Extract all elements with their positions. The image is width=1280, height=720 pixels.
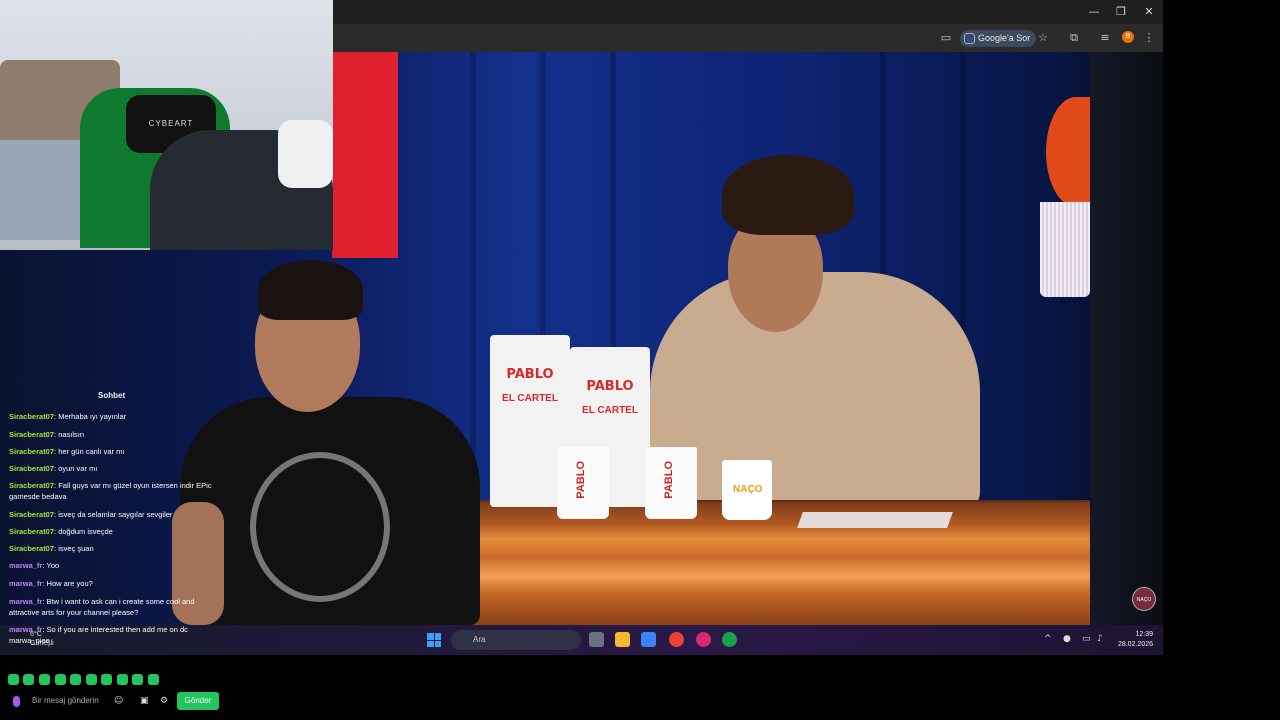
- chat-username[interactable]: marwa_fr: [9, 561, 42, 570]
- send-button[interactable]: Gönder: [177, 692, 219, 710]
- app-icon[interactable]: [696, 632, 711, 647]
- guest-hair: [258, 260, 363, 320]
- chat-text: : How are you?: [42, 579, 93, 588]
- chat-message: marwa_fr: How are you?: [9, 578, 219, 589]
- chat-username[interactable]: Siracberat07: [9, 430, 54, 439]
- minimize-button[interactable]: —: [1084, 4, 1104, 20]
- chat-message: marwa_fr: Yoo: [9, 560, 219, 571]
- xbox-icon[interactable]: [722, 632, 737, 647]
- chat-message: Siracberat07: nasılsın: [9, 429, 219, 440]
- taskbar-clock[interactable]: 12:39 28.02.2026: [1113, 630, 1153, 650]
- emote-icon[interactable]: [39, 674, 50, 685]
- emote-icon[interactable]: [55, 674, 66, 685]
- browser-toolbar: ▭ ☆ ⧉ ≡ ⋮: [333, 24, 1163, 52]
- taskbar-search[interactable]: Ara: [451, 630, 581, 650]
- chat-panel: Sohbet Siracberat07: Merhaba ıyı yayınla…: [0, 385, 230, 675]
- chat-username[interactable]: Siracberat07: [9, 464, 54, 473]
- chat-input-bar: Bir mesaj gönderin ☺ ▣ ⚙ Gönder: [0, 655, 1280, 720]
- coffee-cup: PABLO: [557, 447, 609, 519]
- settings-gear-icon[interactable]: ⚙: [160, 696, 168, 706]
- media-control-icon[interactable]: ≡: [1097, 30, 1113, 46]
- extensions-icon[interactable]: ⧉: [1066, 30, 1082, 46]
- chat-text: : oyun var mı: [54, 464, 98, 473]
- shirt-print: [250, 452, 390, 602]
- chat-message: Siracberat07: her gün canlı var mı: [9, 446, 219, 457]
- desk: [470, 502, 1090, 625]
- headphones: [278, 120, 333, 188]
- chat-username[interactable]: Siracberat07: [9, 544, 54, 553]
- chat-username[interactable]: Siracberat07: [9, 412, 54, 421]
- chat-text: : isveç da selamlar saygılar sevgiler: [54, 510, 173, 519]
- title-bar: — ❐ ✕: [333, 0, 1163, 24]
- menu-kebab-icon[interactable]: ⋮: [1141, 30, 1157, 46]
- chat-username[interactable]: marwa_fr: [9, 579, 42, 588]
- chat-username[interactable]: marwa_fr: [9, 597, 42, 606]
- chat-message: Siracberat07: Merhaba ıyı yayınlar: [9, 411, 219, 422]
- maximize-button[interactable]: ❐: [1111, 4, 1131, 20]
- video-edge: [1090, 52, 1163, 625]
- volume-icon[interactable]: ♪: [1097, 634, 1103, 644]
- emote-icon[interactable]: [8, 674, 19, 685]
- chat-message: Siracberat07: oyun var mı: [9, 463, 219, 474]
- chat-message: Siracberat07: doğdum isveçde: [9, 526, 219, 537]
- chat-message-input[interactable]: Bir mesaj gönderin: [32, 696, 99, 705]
- start-button-icon[interactable]: [427, 633, 441, 647]
- emote-icon[interactable]: [101, 674, 112, 685]
- chat-text: : Yoo: [42, 561, 60, 570]
- red-backdrop: [332, 52, 398, 258]
- chat-username[interactable]: marwa_fr: [9, 625, 42, 634]
- chat-username[interactable]: Siracberat07: [9, 447, 54, 456]
- mic-icon[interactable]: [13, 696, 20, 707]
- host-body: [650, 272, 980, 512]
- chat-message: Siracberat07: isveç da selamlar saygılar…: [9, 509, 219, 520]
- cast-icon[interactable]: ▭: [938, 30, 954, 46]
- task-view-icon[interactable]: [589, 632, 604, 647]
- mug-logo: NAÇO: [733, 484, 763, 495]
- chat-message: marwa_fr: So if you are interested then …: [9, 624, 219, 646]
- chat-text: : doğdum isveçde: [54, 527, 113, 536]
- google-ask-button[interactable]: Google'a Sor: [960, 30, 1037, 47]
- profile-avatar[interactable]: B: [1122, 31, 1134, 43]
- chat-message: Siracberat07: Fall guys var mı güzel oyu…: [9, 480, 219, 502]
- chat-text: : nasılsın: [54, 430, 85, 439]
- tray-chevron-icon[interactable]: ^: [1044, 634, 1052, 644]
- chat-username[interactable]: Siracberat07: [9, 527, 54, 536]
- channel-logo: NAÇO: [1132, 587, 1156, 611]
- chat-text: : isveç şuan: [54, 544, 94, 553]
- lens-icon: [964, 33, 975, 44]
- close-button[interactable]: ✕: [1139, 4, 1159, 20]
- emote-icon[interactable]: [86, 674, 97, 685]
- chrome-icon[interactable]: [669, 632, 684, 647]
- emote-icon[interactable]: [70, 674, 81, 685]
- smiley-icon[interactable]: ☺: [114, 696, 123, 706]
- microphone-icon[interactable]: ●: [1063, 634, 1071, 644]
- store-icon[interactable]: [641, 632, 656, 647]
- emote-icon[interactable]: [117, 674, 128, 685]
- chat-username[interactable]: Siracberat07: [9, 481, 54, 490]
- file-explorer-icon[interactable]: [615, 632, 630, 647]
- chat-text: : her gün canlı var mı: [54, 447, 125, 456]
- webcam-overlay: CYBEART: [0, 0, 333, 250]
- chat-text: : Merhaba ıyı yayınlar: [54, 412, 127, 421]
- coffee-cup: PABLO: [645, 447, 697, 519]
- emote-icon[interactable]: [23, 674, 34, 685]
- papers: [797, 512, 953, 528]
- lamp-fringe: [1040, 202, 1090, 297]
- network-icon[interactable]: ▭: [1082, 634, 1091, 644]
- emote-icon[interactable]: [148, 674, 159, 685]
- chat-title: Sohbet: [98, 391, 126, 400]
- chat-message: Siracberat07: isveç şuan: [9, 543, 219, 554]
- chat-message: marwa_fr: Btw i want to ask can i create…: [9, 596, 219, 618]
- emote-icon[interactable]: [132, 674, 143, 685]
- host-hair: [722, 155, 854, 235]
- google-ask-label: Google'a Sor: [978, 33, 1031, 43]
- chat-username[interactable]: Siracberat07: [9, 510, 54, 519]
- bookmark-star-icon[interactable]: ☆: [1035, 30, 1051, 46]
- gift-icon[interactable]: ▣: [140, 696, 149, 706]
